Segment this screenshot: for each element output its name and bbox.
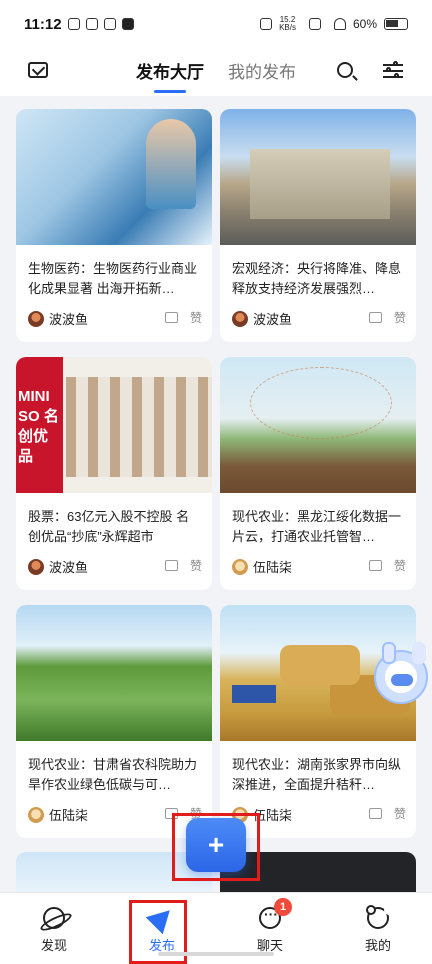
assistant-mascot-icon[interactable] xyxy=(374,642,428,704)
battery-percent: 60% xyxy=(352,17,377,31)
network-speed: 15.2 KB/s xyxy=(279,15,296,32)
card-author: 波波鱼 xyxy=(28,557,88,576)
tab-publish-hall[interactable]: 发布大厅 xyxy=(136,58,204,83)
card-image: MINI SO 名创优品 xyxy=(16,357,212,493)
feed-card[interactable]: 宏观经济：央行将降准、降息 释放支持经济发展强烈… 波波鱼 赞 xyxy=(220,109,416,342)
nav-discover[interactable]: 发现 xyxy=(24,907,84,954)
avatar xyxy=(232,310,248,327)
status-time: 11:12 xyxy=(24,15,62,33)
thumbs-up-icon xyxy=(368,808,382,819)
chat-badge: 1 xyxy=(274,898,292,916)
status-right: 15.2 KB/s 60% xyxy=(254,16,408,32)
mail-icon[interactable] xyxy=(28,62,48,78)
card-title: 宏观经济：央行将降准、降息 释放支持经济发展强烈… xyxy=(232,261,402,296)
like-button[interactable]: 赞 xyxy=(164,557,202,574)
store-logo: MINI SO 名创优品 xyxy=(18,388,59,465)
tab-underline xyxy=(154,90,186,93)
top-nav: 发布大厅 我的发布 xyxy=(0,48,432,96)
tab-my-publish[interactable]: 我的发布 xyxy=(228,58,296,83)
like-button[interactable]: 赞 xyxy=(368,309,406,326)
card-author: 波波鱼 xyxy=(28,309,88,328)
feed-card[interactable]: 现代农业：黑龙江绥化数据一片云，打通农业托管智… 伍陆柒 赞 xyxy=(220,357,416,590)
card-title: 现代农业：甘肃省农科院助力旱作农业绿色低碳与可… xyxy=(28,757,198,792)
tiktok-icon xyxy=(121,18,134,30)
card-title: 现代农业：黑龙江绥化数据一片云，打通农业托管智… xyxy=(232,509,402,544)
thumbs-up-icon xyxy=(368,312,382,323)
home-indicator xyxy=(158,952,274,956)
card-author: 波波鱼 xyxy=(232,309,292,328)
thumbs-up-icon xyxy=(164,560,178,571)
card-author: 伍陆柒 xyxy=(232,557,292,576)
status-bar: 11:12 15.2 KB/s 60% xyxy=(0,0,432,48)
vibrate-icon xyxy=(260,18,273,30)
card-author: 伍陆柒 xyxy=(28,805,88,824)
card-image xyxy=(220,109,416,245)
battery-icon xyxy=(384,18,408,30)
like-button[interactable]: 赞 xyxy=(164,309,202,326)
nav-mine[interactable]: 我的 xyxy=(348,905,408,954)
like-button[interactable]: 赞 xyxy=(368,805,406,822)
sim-icon xyxy=(308,18,321,30)
card-image xyxy=(16,109,212,245)
card-image xyxy=(220,357,416,493)
card-title: 现代农业：湖南张家界市向纵深推进，全面提升秸秆… xyxy=(232,757,402,792)
thumbs-up-icon xyxy=(368,560,382,571)
bear-icon xyxy=(366,905,389,929)
thumbs-up-icon xyxy=(164,312,178,323)
feed-card[interactable]: 现代农业：甘肃省农科院助力旱作农业绿色低碳与可… 伍陆柒 赞 xyxy=(16,605,212,838)
avatar xyxy=(232,558,248,575)
card-image xyxy=(16,605,212,741)
planet-icon xyxy=(43,907,65,929)
avatar xyxy=(28,806,44,823)
notification-icon xyxy=(67,18,80,30)
feed-card[interactable]: 生物医药：生物医药行业商业化成果显著 出海开拓新… 波波鱼 赞 xyxy=(16,109,212,342)
feed-card[interactable]: 现代农业：湖南张家界市向纵深推进，全面提升秸秆… 伍陆柒 赞 xyxy=(220,605,416,838)
notification-icon xyxy=(85,18,98,30)
notification-icon xyxy=(103,18,116,30)
highlight-box xyxy=(172,813,260,881)
avatar xyxy=(28,310,44,327)
filter-icon[interactable] xyxy=(383,61,403,80)
search-icon[interactable] xyxy=(337,62,353,78)
nav-chat[interactable]: 聊天 xyxy=(240,906,300,954)
like-button[interactable]: 赞 xyxy=(368,557,406,574)
feed-card[interactable]: MINI SO 名创优品 股票：63亿元入股不控股 名创优品“抄底”永辉超市 波… xyxy=(16,357,212,590)
avatar xyxy=(28,558,44,575)
card-title: 生物医药：生物医药行业商业化成果显著 出海开拓新… xyxy=(28,261,198,296)
wifi-icon xyxy=(333,18,346,30)
card-title: 股票：63亿元入股不控股 名创优品“抄底”永辉超市 xyxy=(28,509,190,544)
